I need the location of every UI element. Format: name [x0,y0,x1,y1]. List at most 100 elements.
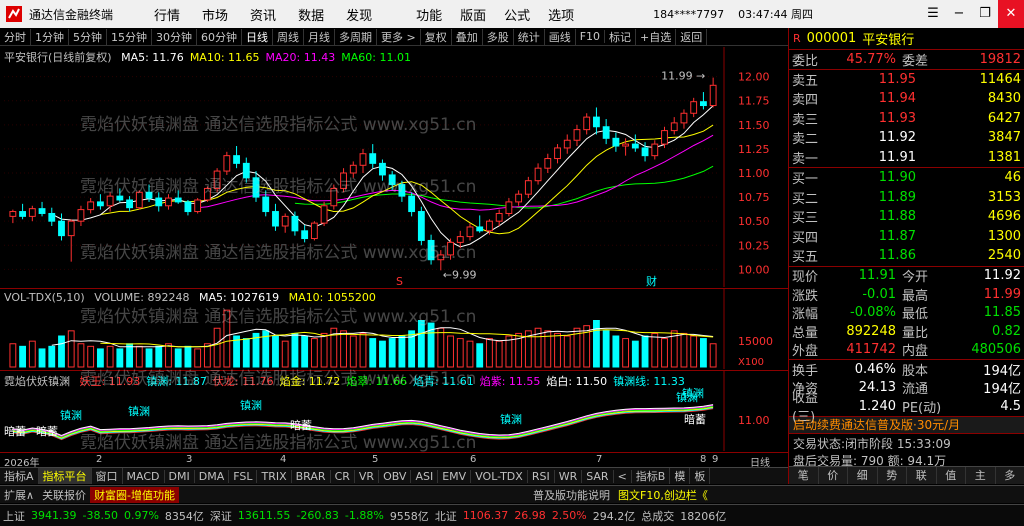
toolbar-item[interactable]: 15分钟 [107,28,152,45]
wealth-circle-link[interactable]: 财富圈-增值功能 [90,486,180,503]
menu-icon[interactable]: ☰ [920,0,946,28]
toolbar-item[interactable]: 日线 [242,28,273,45]
close-icon[interactable]: ✕ [998,0,1024,28]
indicator-tab[interactable]: BRAR [292,469,331,483]
renewal-banner[interactable]: 启动续费通达信普及版·30元/月 [789,415,1024,434]
indicator-chart[interactable]: 霓焰伏妖镇渊 妖王: 11.93 镇渊: 11.87 伏龙: 11.76 焰金: 11… [0,371,788,451]
indicator-tab[interactable]: FSL [229,469,258,483]
quote-tab[interactable]: 值 [937,467,966,484]
indicator-tab[interactable]: EMV [438,469,472,483]
indicator-tab[interactable]: OBV [379,469,412,483]
indicator-tab[interactable]: 模 [670,468,691,484]
volume-bar [272,335,279,368]
related-quotes-link[interactable]: 关联报价 [38,487,90,503]
menu-item[interactable]: 数据 [287,5,335,24]
stat-value: 1.240 [858,398,896,414]
indicator-tab[interactable]: CR [331,469,355,483]
menu-item[interactable]: 发现 [335,5,383,24]
indicator-tab[interactable]: 指标A [0,468,39,484]
indicator-tab[interactable]: ASI [411,469,439,483]
quote-tab[interactable]: 势 [878,467,907,484]
order-book-row[interactable]: 卖五 11.95 11464 [789,70,1024,90]
menu-item[interactable]: 选项 [539,5,583,24]
indicator-tab[interactable]: 板 [690,468,711,484]
menu-item[interactable]: 市场 [191,5,239,24]
toolbar-item[interactable]: 多周期 [335,28,377,45]
feature-info-link[interactable]: 普及版功能说明 [529,487,614,503]
bid-book: 买一 11.90 46 买二 11.89 3153 买三 11.88 4696 买四 11.87 13… [789,168,1024,266]
f10-link[interactable]: 图文F10,创边栏《 [614,487,712,503]
toolbar-item[interactable]: 返回 [676,28,708,45]
menu-item[interactable]: 版面 [451,5,495,24]
toolbar-item[interactable]: 统计 [514,28,545,45]
order-book-row[interactable]: 买四 11.87 1300 [789,227,1024,247]
market-index-item: 26.98 [514,509,546,522]
toolbar-item[interactable]: 月线 [304,28,335,45]
stat-label: 涨跌 [792,288,819,304]
order-book-row[interactable]: 买三 11.88 4696 [789,207,1024,227]
minimize-icon[interactable]: − [946,0,972,28]
order-price: 11.89 [878,189,916,205]
indicator-legend-item: 焰紫: 11.55 [479,375,541,388]
candle-body [38,208,46,214]
quote-tab[interactable]: 联 [907,467,937,484]
toolbar-item[interactable]: 更多 > [377,28,421,45]
indicator-tab[interactable]: RSI [528,469,555,483]
menu-item[interactable]: 公式 [495,5,539,24]
quote-tab[interactable]: 多 [996,467,1024,484]
menu-item[interactable]: 功能 [407,5,451,24]
candle-body [203,187,211,201]
order-price: 11.92 [878,130,916,146]
toolbar-item[interactable]: 30分钟 [152,28,197,45]
toolbar-item[interactable]: 60分钟 [197,28,242,45]
account-label[interactable]: 184****7797 [653,8,724,21]
ask-book: 卖五 11.95 11464 卖四 11.94 8430 卖三 11.93 6427 卖二 11.9… [789,70,1024,168]
toolbar-item[interactable]: F10 [576,30,606,43]
month-label: 7 [596,454,603,465]
toolbar-item[interactable]: 周线 [273,28,304,45]
candle-body [456,236,464,243]
toolbar-item[interactable]: 1分钟 [31,28,69,45]
restore-icon[interactable]: ❐ [972,0,998,28]
order-book-row[interactable]: 卖三 11.93 6427 [789,109,1024,129]
indicator-tab[interactable]: SAR [582,469,614,483]
indicator-tab[interactable]: 指标平台 [38,468,92,484]
candle-body [194,199,202,213]
toolbar-item[interactable]: 画线 [545,28,576,45]
order-book-row[interactable]: 买五 11.86 2540 [789,246,1024,266]
toolbar-item[interactable]: 叠加 [452,28,483,45]
volume-bar [174,348,182,368]
indicator-tab[interactable]: WR [555,469,583,483]
menu-item[interactable]: 资讯 [239,5,287,24]
quote-tab[interactable]: 主 [966,467,996,484]
indicator-tab[interactable]: MACD [123,469,165,483]
volume-chart[interactable]: VOL-TDX(5,10) VOLUME: 892248 MA5: 102761… [0,289,788,369]
indicator-tab[interactable]: < [614,469,632,483]
indicator-tab[interactable]: DMI [165,469,195,483]
toolbar-item[interactable]: 5分钟 [69,28,107,45]
order-book-row[interactable]: 卖一 11.91 1381 [789,148,1024,168]
kline-chart[interactable]: 平安银行(日线前复权) MA5: 11.76 MA10: 11.65 MA20: 1… [0,47,788,288]
toolbar-item[interactable]: 标记 [605,28,637,45]
stat-label: 内盘 [902,344,929,360]
order-book-row[interactable]: 卖四 11.94 8430 [789,89,1024,109]
toolbar-item[interactable]: +自选 [636,28,677,45]
order-book-row[interactable]: 买一 11.90 46 [789,168,1024,188]
order-book-row[interactable]: 卖二 11.92 3847 [789,128,1024,148]
quote-tab[interactable]: 笔 [789,467,819,484]
toolbar-item[interactable]: 复权 [421,28,452,45]
menu-item[interactable]: 行情 [143,5,191,24]
toolbar-item[interactable]: 多股 [483,28,514,45]
quote-tab[interactable]: 细 [848,467,878,484]
indicator-tab[interactable]: 窗口 [92,468,123,484]
quote-tab[interactable]: 价 [819,467,848,484]
order-book-row[interactable]: 买二 11.89 3153 [789,188,1024,208]
toolbar-item[interactable]: 分时 [0,28,31,45]
indicator-tab[interactable]: 指标B [632,468,671,484]
expand-button[interactable]: 扩展∧ [0,487,38,503]
volume-bar [165,343,172,368]
indicator-tab[interactable]: TRIX [257,469,292,483]
indicator-tab[interactable]: DMA [195,469,230,483]
indicator-tab[interactable]: VR [355,469,380,483]
indicator-tab[interactable]: VOL-TDX [471,469,528,483]
